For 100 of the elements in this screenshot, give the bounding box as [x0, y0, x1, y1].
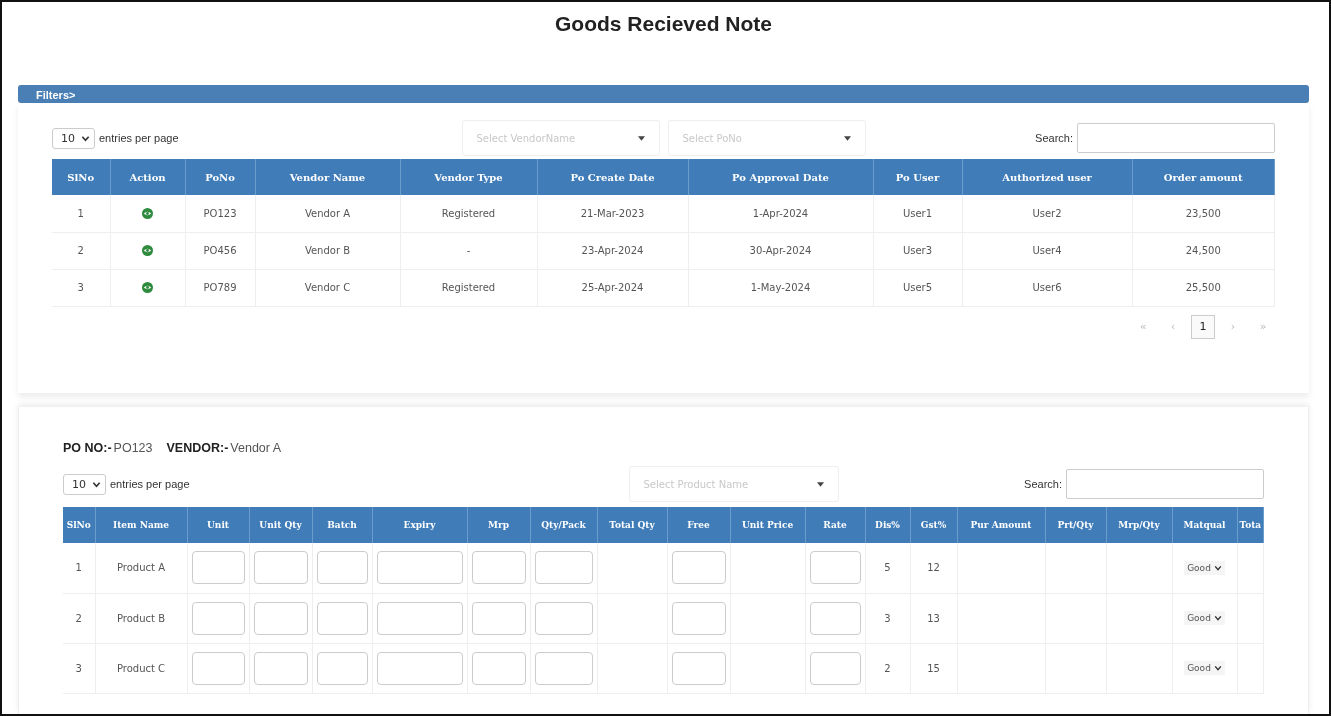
column-header[interactable]: Vendor Type [400, 159, 537, 195]
info-value: Vendor A [230, 441, 282, 455]
table-cell: Registered [441, 207, 496, 219]
input-field[interactable] [316, 651, 368, 685]
input-field[interactable] [376, 551, 463, 585]
table-cell: 24,500 [1185, 245, 1221, 256]
table-cell: PO456 [203, 245, 237, 256]
input-field[interactable] [809, 601, 861, 635]
input-field[interactable] [534, 651, 593, 685]
column-header[interactable]: Rate [805, 507, 865, 543]
info-value: PO123 [113, 441, 153, 455]
table-cell: Vendor B [304, 245, 351, 256]
page-number-button[interactable]: 1 [1191, 314, 1215, 339]
column-header[interactable]: Vendor Name [255, 159, 400, 195]
table-cell: User4 [1032, 245, 1062, 256]
table-cell: 15 [927, 662, 940, 674]
input-field[interactable] [809, 651, 861, 685]
view-eye-icon[interactable] [142, 282, 153, 294]
column-header[interactable]: Tota [1237, 507, 1264, 543]
column-header[interactable]: Authorized user [962, 159, 1132, 195]
quality-select[interactable]: Good [1184, 611, 1225, 625]
table-cell: PO123 [203, 207, 237, 219]
column-header[interactable]: Po User [873, 159, 962, 195]
table-cell: Vendor C [304, 282, 351, 293]
table-cell: 23-Apr-2024 [581, 245, 644, 256]
input-field[interactable] [671, 551, 726, 585]
quality-select[interactable]: Good [1184, 560, 1225, 575]
entries-per-page-select[interactable]: 10 [52, 127, 95, 149]
chevron-down-icon [1213, 664, 1222, 672]
entries-label: entries per page [99, 132, 179, 144]
column-header[interactable]: Item Name [95, 507, 187, 543]
column-header[interactable]: Total Qty [597, 507, 667, 543]
search-field[interactable] [1066, 469, 1264, 499]
table-cell: 3 [884, 612, 891, 624]
input-field[interactable] [534, 551, 593, 585]
input-field[interactable] [671, 651, 726, 685]
column-header[interactable]: Order amount [1132, 159, 1275, 195]
column-header[interactable]: Unit Price [730, 507, 805, 543]
table-cell: - [466, 245, 471, 256]
chevron-down-icon [1213, 563, 1222, 572]
column-header[interactable]: Mrp/Qty [1106, 507, 1172, 543]
table-cell: Registered [441, 282, 496, 293]
input-field[interactable] [671, 601, 726, 635]
column-header[interactable]: Unit Qty [249, 507, 312, 543]
table-cell: User3 [902, 245, 933, 256]
input-field[interactable] [253, 601, 308, 635]
table-cell: 13 [927, 612, 940, 624]
column-header[interactable]: Action [110, 159, 185, 195]
table-cell: 3 [75, 662, 82, 674]
chevron-down-icon [1213, 614, 1222, 622]
input-field[interactable] [376, 601, 463, 635]
column-header[interactable]: Free [667, 507, 730, 543]
column-header[interactable]: SlNo [52, 159, 110, 195]
table-cell: 1-Apr-2024 [752, 207, 809, 219]
input-field[interactable] [253, 651, 308, 685]
table-cell: 1-May-2024 [750, 282, 811, 293]
column-header[interactable]: PoNo [185, 159, 255, 195]
column-header[interactable]: Expiry [372, 507, 467, 543]
input-field[interactable] [534, 601, 593, 635]
input-field[interactable] [471, 551, 526, 585]
column-header[interactable]: Qty/Pack [530, 507, 597, 543]
column-header[interactable]: Unit [187, 507, 249, 543]
input-field[interactable] [316, 551, 368, 585]
table-cell: 21-Mar-2023 [580, 207, 645, 219]
input-field[interactable] [471, 651, 526, 685]
view-eye-icon[interactable] [142, 245, 153, 257]
column-header[interactable]: Matqual [1172, 507, 1237, 543]
column-header[interactable]: Dis% [865, 507, 910, 543]
caret-icon [843, 135, 851, 141]
column-header[interactable]: Batch [312, 507, 372, 543]
column-header[interactable]: Prt/Qty [1045, 507, 1106, 543]
table-cell: 23,500 [1185, 207, 1221, 219]
table-cell: 5 [884, 562, 891, 574]
table-cell: User6 [1032, 282, 1062, 293]
entries-per-page-select[interactable]: 10 [63, 473, 106, 495]
view-eye-icon[interactable] [142, 208, 153, 219]
quality-select[interactable]: Good [1184, 661, 1225, 675]
filters-toggle[interactable]: Filters> [18, 85, 1309, 103]
input-field[interactable] [809, 551, 861, 585]
table-cell: Product A [117, 562, 165, 574]
table-cell: 3 [77, 282, 84, 293]
table-cell: 30-Apr-2024 [749, 245, 812, 256]
input-field[interactable] [253, 551, 308, 585]
column-header[interactable]: Pur Amount [957, 507, 1045, 543]
table-cell: 1 [77, 207, 84, 219]
input-field[interactable] [316, 601, 368, 635]
search-field[interactable] [1077, 123, 1275, 153]
info-label: PO NO:- [63, 441, 112, 455]
column-header[interactable]: Po Create Date [537, 159, 688, 195]
column-header[interactable]: Mrp [467, 507, 530, 543]
column-header[interactable]: Gst% [910, 507, 957, 543]
input-field[interactable] [191, 601, 245, 635]
column-header[interactable]: Po Approval Date [688, 159, 873, 195]
column-header[interactable]: SlNo [63, 507, 95, 543]
table-cell: 1 [75, 562, 82, 574]
input-field[interactable] [471, 601, 526, 635]
input-field[interactable] [191, 551, 245, 585]
input-field[interactable] [191, 651, 245, 685]
input-field[interactable] [376, 651, 463, 685]
table-cell: Product C [116, 662, 166, 674]
